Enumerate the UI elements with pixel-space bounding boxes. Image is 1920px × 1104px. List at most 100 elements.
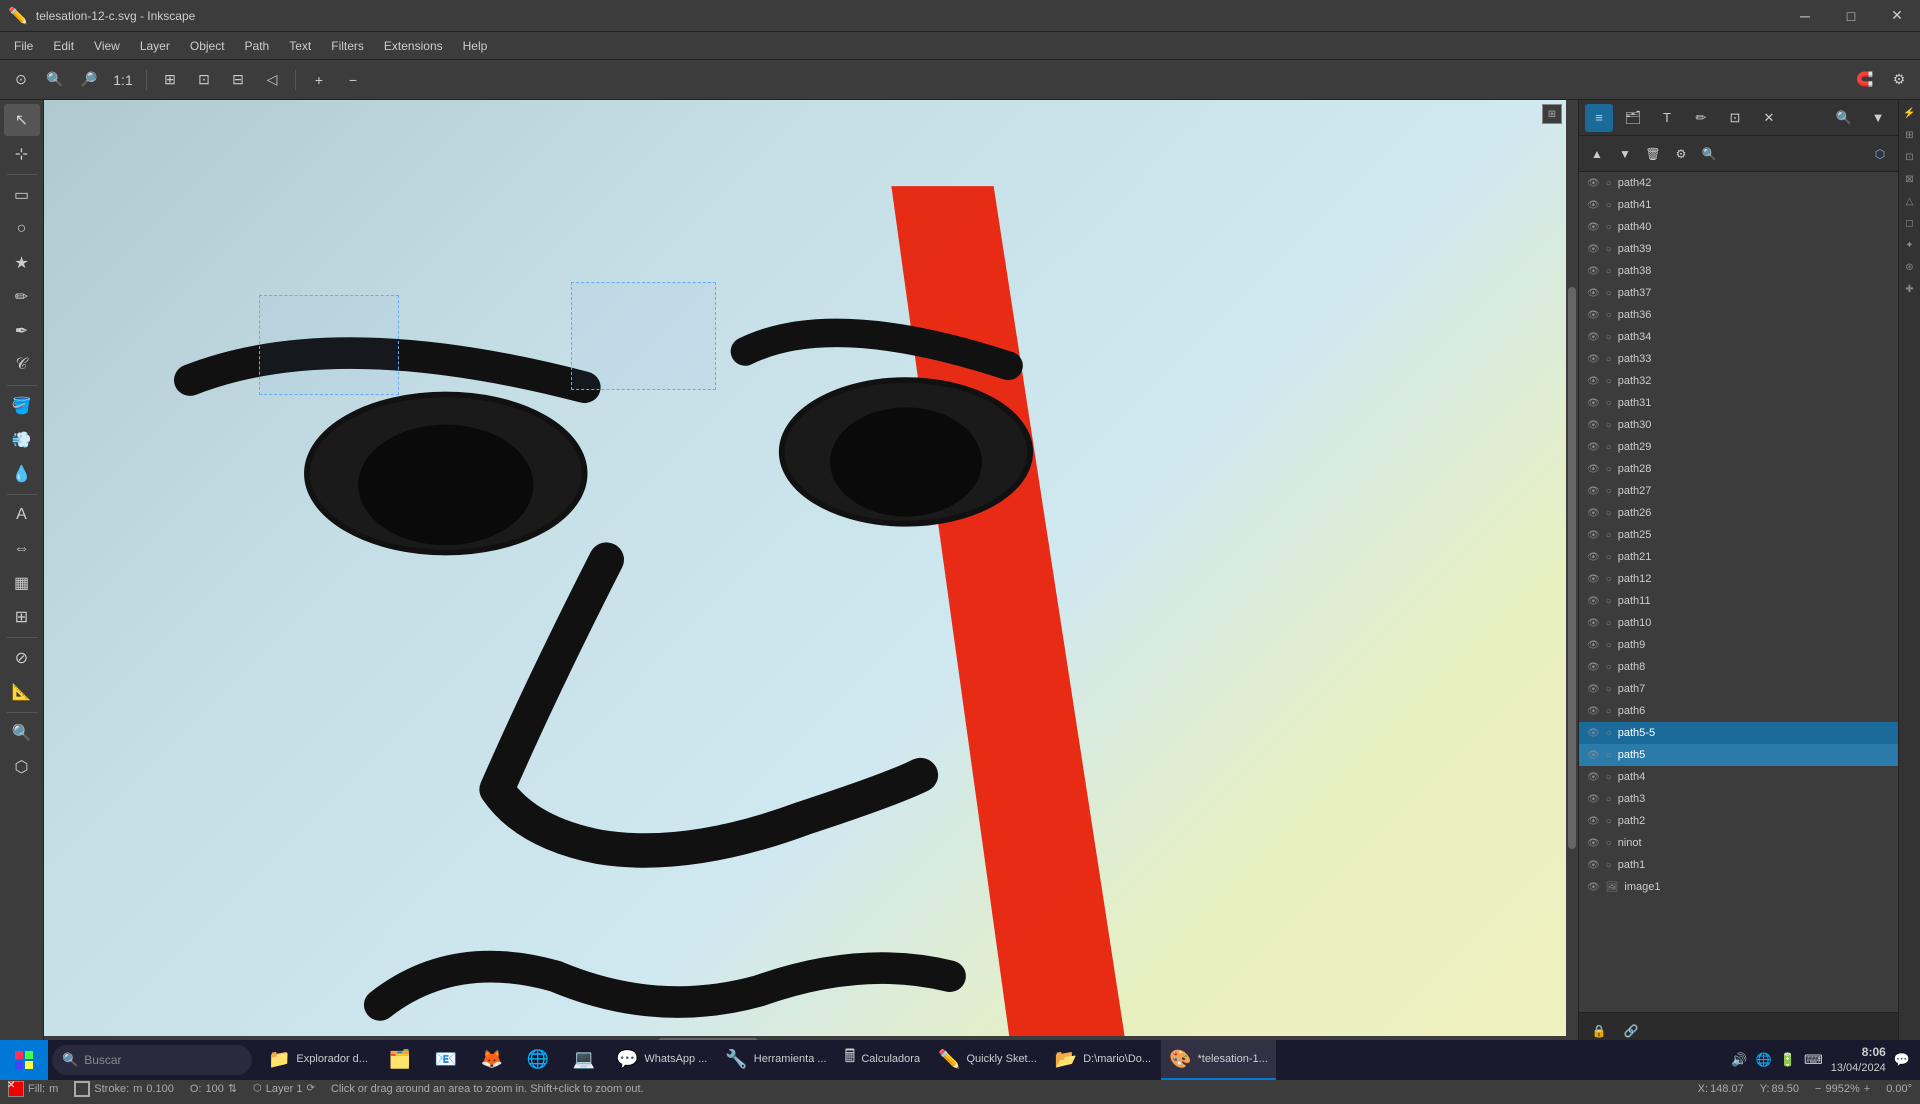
layer-lock-icon[interactable]: ○ — [1606, 464, 1612, 475]
layer-item-path10[interactable]: 👁○path10 — [1579, 612, 1898, 634]
snap-panel-btn1[interactable]: ⚡ — [1901, 104, 1919, 122]
lock-btn[interactable]: 🔒 — [1587, 1019, 1611, 1043]
layer-vis-icon[interactable]: 👁 — [1587, 464, 1600, 475]
layer-lock-icon[interactable]: ○ — [1606, 662, 1612, 673]
layer-lock-icon[interactable]: ○ — [1606, 354, 1612, 365]
layer-lock-icon[interactable]: ○ — [1606, 552, 1612, 563]
layers-panel-btn[interactable]: ≡ — [1585, 104, 1613, 132]
find-panel-btn[interactable]: 🔍 — [1830, 104, 1858, 132]
layer-lock-icon[interactable]: ○ — [1606, 728, 1612, 739]
3d-tool[interactable]: ⬡ — [4, 751, 40, 783]
menu-layer[interactable]: Layer — [130, 35, 180, 57]
layer-lock-icon[interactable]: ○ — [1606, 794, 1612, 805]
layer-vis-icon[interactable]: 👁 — [1587, 178, 1600, 189]
layer-lock-icon[interactable]: ○ — [1606, 816, 1612, 827]
taskbar-clock[interactable]: 8:06 13/04/2024 — [1831, 1045, 1886, 1075]
pencil-tool[interactable]: ✒ — [4, 315, 40, 347]
minimize-button[interactable]: ─ — [1782, 0, 1828, 32]
layer-item-path21[interactable]: 👁○path21 — [1579, 546, 1898, 568]
stroke-color-box[interactable] — [74, 1081, 90, 1097]
layer-item-path42[interactable]: 👁○path42 — [1579, 172, 1898, 194]
menu-help[interactable]: Help — [453, 35, 498, 57]
taskbar-app-whatsapp[interactable]: 💬WhatsApp ... — [608, 1040, 715, 1080]
layer-item-path37[interactable]: 👁○path37 — [1579, 282, 1898, 304]
panel-expand-btn[interactable]: ▼ — [1864, 104, 1892, 132]
canvas-corner-handle[interactable]: ⊞ — [1542, 104, 1562, 124]
layer-lock-icon[interactable]: 🖼 — [1606, 882, 1619, 893]
layer-item-path30[interactable]: 👁○path30 — [1579, 414, 1898, 436]
close-button[interactable]: ✕ — [1874, 0, 1920, 32]
start-button[interactable] — [0, 1040, 48, 1080]
layer-lock-icon[interactable]: ○ — [1606, 244, 1612, 255]
layer-vis-icon[interactable]: 👁 — [1587, 816, 1600, 827]
canvas-area[interactable]: ⊞ — [44, 100, 1578, 1048]
layer-item-path29[interactable]: 👁○path29 — [1579, 436, 1898, 458]
layer-vis-icon[interactable]: 👁 — [1587, 332, 1600, 343]
layer-vis-icon[interactable]: 👁 — [1587, 552, 1600, 563]
node-tool[interactable]: ⊹ — [4, 138, 40, 170]
select-tool[interactable]: ↖ — [4, 104, 40, 136]
layer-vis-icon[interactable]: 👁 — [1587, 750, 1600, 761]
zoom-in-status-btn[interactable]: + — [1864, 1083, 1870, 1095]
text-tool[interactable]: A — [4, 499, 40, 531]
close-panel-btn[interactable]: ✕ — [1755, 104, 1783, 132]
zoom-tool[interactable]: 🔍 — [4, 717, 40, 749]
layer-lock-icon[interactable]: ○ — [1606, 310, 1612, 321]
layer-vis-icon[interactable]: 👁 — [1587, 838, 1600, 849]
snap-toggle[interactable]: ⚙ — [1884, 66, 1914, 94]
layer-lock-icon[interactable]: ○ — [1606, 596, 1612, 607]
taskbar-search[interactable]: 🔍 Buscar — [52, 1045, 252, 1075]
layer-lock-icon[interactable]: ○ — [1606, 508, 1612, 519]
eyedropper-tool[interactable]: 💧 — [4, 458, 40, 490]
taskbar-app-app4[interactable]: 🦊 — [470, 1040, 514, 1080]
layer-vis-icon[interactable]: 👁 — [1587, 420, 1600, 431]
layer-vis-icon[interactable]: 👁 — [1587, 574, 1600, 585]
layer-lock-icon[interactable]: ○ — [1606, 332, 1612, 343]
calligraphy-tool[interactable]: 𝒞 — [4, 349, 40, 381]
snap-panel-btn5[interactable]: △ — [1901, 192, 1919, 210]
layer-item-path5-5[interactable]: 👁○path5-5 — [1579, 722, 1898, 744]
layer-vis-icon[interactable]: 👁 — [1587, 266, 1600, 277]
layer-vis-icon[interactable]: 👁 — [1587, 596, 1600, 607]
layer-vis-icon[interactable]: 👁 — [1587, 640, 1600, 651]
layer-vis-icon[interactable]: 👁 — [1587, 354, 1600, 365]
layer-item-path12[interactable]: 👁○path12 — [1579, 568, 1898, 590]
layer-vis-icon[interactable]: 👁 — [1587, 222, 1600, 233]
layer-lock-icon[interactable]: ○ — [1606, 618, 1612, 629]
sys-icon-3[interactable]: 🔋 — [1780, 1052, 1796, 1068]
layer-item-path9[interactable]: 👁○path9 — [1579, 634, 1898, 656]
link-btn[interactable]: 🔗 — [1619, 1019, 1643, 1043]
taskbar-app-herramienta[interactable]: 🔧Herramienta ... — [717, 1040, 834, 1080]
layer-item-path38[interactable]: 👁○path38 — [1579, 260, 1898, 282]
taskbar-app-explorer-d[interactable]: 📁Explorador d... — [260, 1040, 376, 1080]
connector-tool[interactable]: ⇔ — [4, 533, 40, 565]
layer-item-path6[interactable]: 👁○path6 — [1579, 700, 1898, 722]
layer-lock-icon[interactable]: ○ — [1606, 706, 1612, 717]
layer-lock-icon[interactable]: ○ — [1606, 398, 1612, 409]
layer-vis-icon[interactable]: 👁 — [1587, 310, 1600, 321]
zoom-100-button[interactable]: 1:1 — [108, 66, 138, 94]
snap-panel-btn2[interactable]: ⊞ — [1901, 126, 1919, 144]
layer-item-path3[interactable]: 👁○path3 — [1579, 788, 1898, 810]
layer-vis-icon[interactable]: 👁 — [1587, 728, 1600, 739]
layer-settings-btn[interactable]: ⚙ — [1669, 142, 1693, 166]
menu-view[interactable]: View — [84, 35, 130, 57]
layer-lock-icon[interactable]: ○ — [1606, 574, 1612, 585]
menu-filters[interactable]: Filters — [321, 35, 374, 57]
layer-item-path28[interactable]: 👁○path28 — [1579, 458, 1898, 480]
layer-vis-icon[interactable]: 👁 — [1587, 794, 1600, 805]
layer-item-image1[interactable]: 👁🖼image1 — [1579, 876, 1898, 898]
menu-text[interactable]: Text — [279, 35, 321, 57]
opacity-arrows[interactable]: ⇅ — [228, 1082, 237, 1095]
layer-item-path25[interactable]: 👁○path25 — [1579, 524, 1898, 546]
layer-lock-icon[interactable]: ○ — [1606, 442, 1612, 453]
layer-item-path34[interactable]: 👁○path34 — [1579, 326, 1898, 348]
taskbar-app-app3[interactable]: 📧 — [424, 1040, 468, 1080]
measure-tool[interactable]: 📐 — [4, 676, 40, 708]
taskbar-app-app6[interactable]: 💻 — [562, 1040, 606, 1080]
snap-panel-btn3[interactable]: ⊡ — [1901, 148, 1919, 166]
taskbar-app-d-mario-do[interactable]: 📂D:\mario\Do... — [1047, 1040, 1159, 1080]
fill-stroke-panel-btn[interactable]: ✏ — [1687, 104, 1715, 132]
layer-item-path2[interactable]: 👁○path2 — [1579, 810, 1898, 832]
layer-item-path36[interactable]: 👁○path36 — [1579, 304, 1898, 326]
